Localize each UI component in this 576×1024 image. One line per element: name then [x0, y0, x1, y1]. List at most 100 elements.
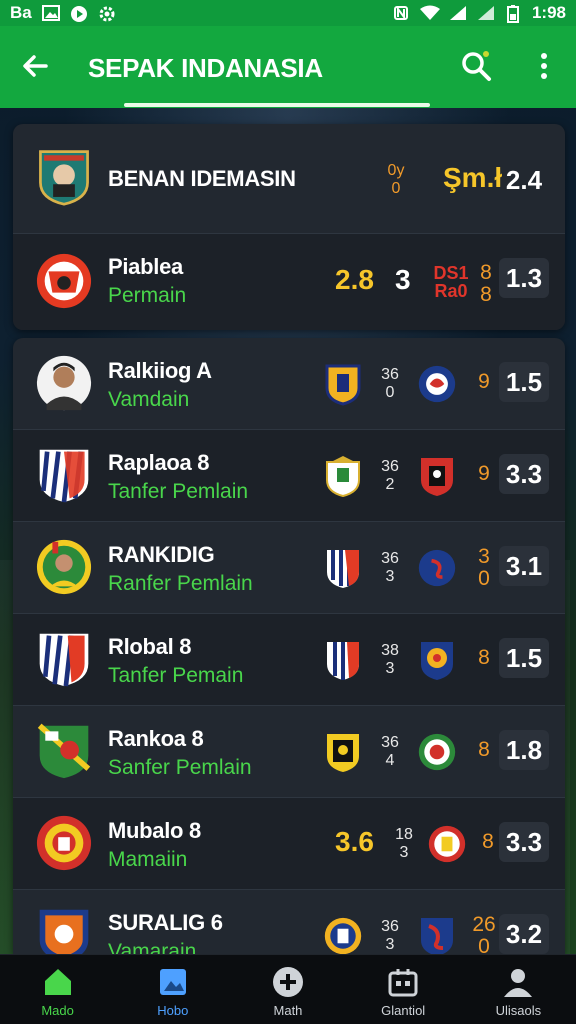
stat-stack-orange: 26 0: [469, 913, 499, 955]
nav-match[interactable]: Math: [243, 965, 333, 1018]
stat-top: 0y: [387, 162, 405, 179]
team-crest-icon: [323, 362, 363, 406]
team-name: Piablea: [108, 254, 183, 279]
more-vert-icon[interactable]: [530, 48, 558, 84]
team-name: Rankoa 8: [108, 726, 204, 751]
stat-top: 26: [472, 913, 496, 936]
team-crest-icon: [417, 638, 457, 682]
stat-stack-orange: 8 8: [475, 262, 497, 306]
result-value: 1.5: [499, 362, 549, 402]
status-time: 1:98: [531, 3, 566, 22]
image-notification-icon: [41, 5, 60, 21]
ranking-list: Ralkiiog A Vamdain 36 0 9 1.5 Raplaoa 8 …: [13, 338, 565, 954]
stat-top: DS1: [433, 263, 469, 283]
nav-home[interactable]: Mado: [13, 965, 103, 1018]
stat-top: 36: [381, 918, 399, 935]
team-name: Mubalo 8: [108, 818, 201, 843]
team-crest-icon: [323, 730, 363, 774]
team-subtitle: Ranfer Pemlain: [108, 572, 253, 595]
stat-stack: 0y 0: [385, 162, 407, 198]
bottom-navigation: Mado Hobo Math Glantiol Ulisaols: [0, 954, 576, 1024]
team-crest-icon: [35, 252, 93, 310]
stat-bottom: 3: [399, 844, 409, 861]
team-crest-icon: [323, 638, 363, 682]
nav-calendar[interactable]: Glantiol: [358, 965, 448, 1018]
featured-row[interactable]: BENAN IDEMASIN 0y 0 Şm.ł 2.4: [13, 124, 565, 234]
team-crest-icon: [417, 730, 457, 774]
result-value: 3.1: [499, 546, 549, 586]
result-value: 3.3: [499, 454, 549, 494]
team-subtitle: Permain: [108, 284, 187, 307]
settings-gear-icon: [98, 5, 116, 22]
stat-bottom: 3: [385, 568, 395, 585]
stat-stack: 36 3: [379, 918, 401, 954]
result-value: 2.4: [505, 165, 543, 195]
team-crest-icon: [35, 446, 93, 504]
nav-gallery[interactable]: Hobo: [128, 965, 218, 1018]
team-crest-icon: [417, 914, 457, 954]
score-value: 2.8: [335, 264, 374, 295]
stat-top: 36: [381, 550, 399, 567]
result-value: 1.8: [499, 730, 549, 770]
team-crest-icon: [323, 914, 363, 954]
list-item[interactable]: RANKIDIG Ranfer Pemlain 36 3 3 0 3.1: [13, 522, 565, 614]
score-value: 3.6: [335, 826, 374, 857]
nav-label: Glantiol: [381, 1003, 426, 1018]
battery-icon: [504, 5, 522, 23]
stat-orange: 9: [478, 370, 490, 393]
team-subtitle: Tanfer Pemain: [108, 664, 244, 687]
image-icon: [156, 965, 190, 999]
nav-label: Ulisaols: [495, 1003, 542, 1018]
list-item[interactable]: SURALIG 6 Vamarain 36 3 26 0 3.2: [13, 890, 565, 954]
team-name: Ralkiiog A: [108, 358, 212, 383]
stat-bottom: 3: [385, 660, 395, 677]
player-avatar: [35, 354, 93, 412]
team-crest-icon: [417, 454, 457, 498]
plus-circle-icon: [271, 965, 305, 999]
team-subtitle: Mamaiin: [108, 848, 188, 871]
nav-label: Hobo: [157, 1003, 189, 1018]
result-value: 1.3: [499, 258, 549, 298]
team-crest-icon: [35, 148, 93, 206]
stat-bottom: 0: [478, 935, 490, 955]
featured-row[interactable]: Piablea Permain 2.8 3 DS1 Ra0 8 8 1.3: [13, 234, 565, 330]
nav-profile[interactable]: Ulisaols: [473, 965, 563, 1018]
stat-top: 36: [381, 458, 399, 475]
stat-stack: 36 0: [379, 366, 401, 402]
stat-bottom: 8: [480, 283, 492, 306]
stat-stack: 18 3: [393, 826, 415, 862]
list-item[interactable]: Rankoa 8 Sanfer Pemlain 36 4 8 1.8: [13, 706, 565, 798]
stat-top: 3: [478, 545, 490, 568]
wifi-icon: [419, 5, 440, 21]
match-count: 3: [395, 264, 411, 295]
stat-top: 38: [381, 642, 399, 659]
back-arrow-icon[interactable]: [18, 48, 54, 84]
page-title: SEPAK INDANASIA: [88, 53, 323, 83]
team-crest-icon: [35, 630, 93, 688]
list-item[interactable]: Raplaoa 8 Tanfer Pemlain 36 2 9 3.3: [13, 430, 565, 522]
stat-bottom: 0: [385, 384, 395, 401]
result-value: 3.3: [499, 822, 549, 862]
stat-bottom: Ra0: [434, 281, 468, 301]
list-item[interactable]: Ralkiiog A Vamdain 36 0 9 1.5: [13, 338, 565, 430]
status-text: Ba: [10, 3, 32, 22]
team-crest-icon: [417, 546, 457, 590]
team-crest-icon: [35, 538, 93, 596]
list-item[interactable]: Mubalo 8 Mamaiin 3.6 18 3 8 3.3: [13, 798, 565, 890]
app-bar: SEPAK INDANASIA: [0, 26, 576, 108]
team-crest-icon: [417, 362, 457, 406]
stat-stack: 38 3: [379, 642, 401, 678]
stat-stack: 36 2: [379, 458, 401, 494]
search-icon[interactable]: [458, 48, 494, 84]
team-name: Raplaoa 8: [108, 450, 210, 475]
stat-orange: 8: [482, 830, 494, 853]
stat-bottom: 2: [385, 476, 395, 493]
status-bar: Ba 1:98: [0, 0, 576, 26]
tab-indicator: [124, 103, 430, 107]
team-subtitle: Sanfer Pemlain: [108, 756, 252, 779]
odds-text: Şm.ł: [443, 162, 503, 193]
stat-stack-orange: 3 0: [473, 546, 495, 590]
list-item[interactable]: Rlobal 8 Tanfer Pemain 38 3 8 1.5: [13, 614, 565, 706]
team-subtitle: Vamarain: [108, 940, 197, 954]
team-name: BENAN IDEMASIN: [108, 166, 296, 191]
